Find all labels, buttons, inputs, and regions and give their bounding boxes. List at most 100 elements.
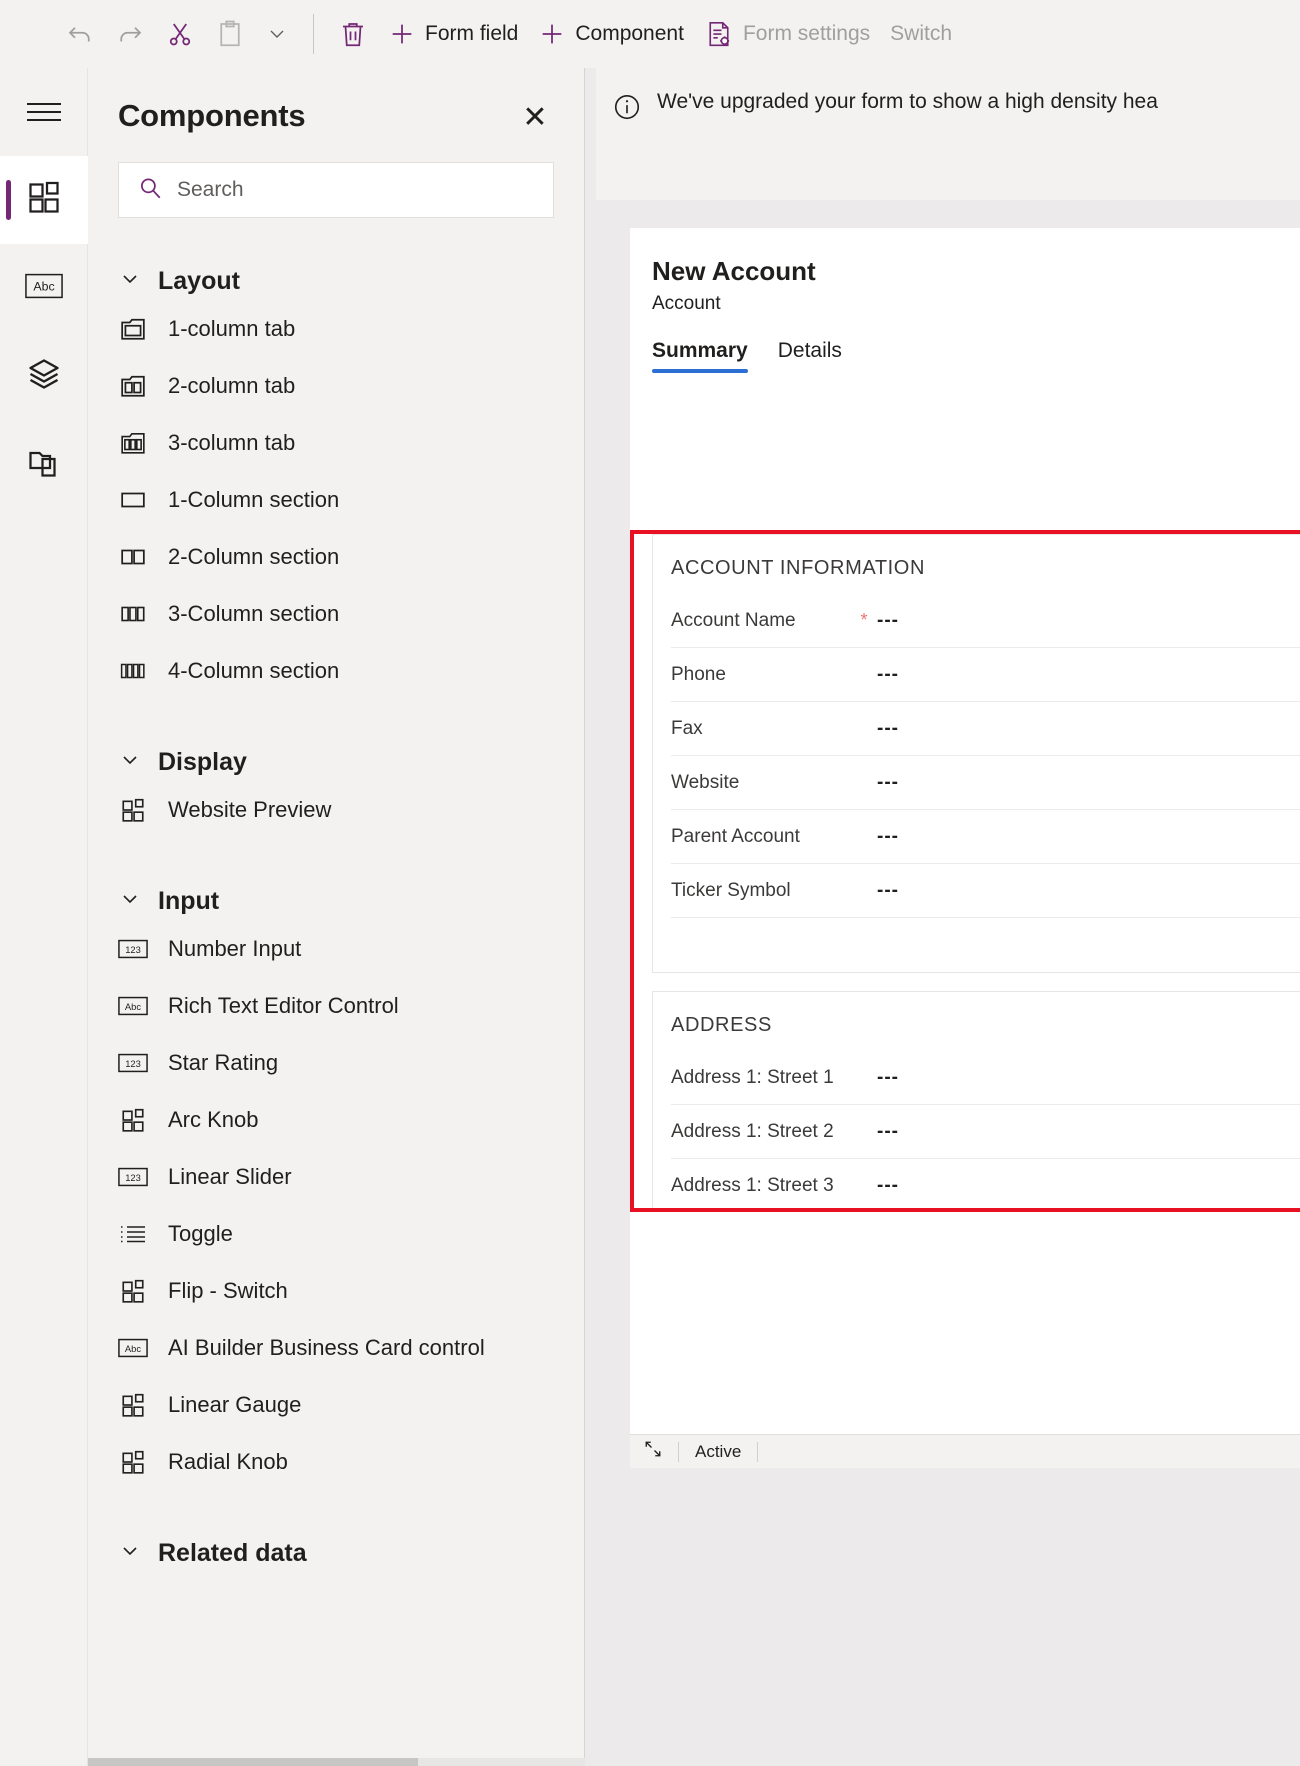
required-indicator: * xyxy=(860,610,868,630)
component-item-label: Flip - Switch xyxy=(168,1277,288,1303)
abc-icon: Abc xyxy=(118,1337,148,1359)
group-header-input[interactable]: Input xyxy=(88,882,584,920)
component-item-label: 3-Column section xyxy=(168,600,340,626)
field-row[interactable]: Address 1: Street 3 --- xyxy=(671,1159,1300,1208)
component-item-4-column-section[interactable]: 4-Column section xyxy=(88,642,584,699)
field-row[interactable]: Website --- xyxy=(671,756,1300,810)
chevron-down-icon xyxy=(118,748,142,777)
cut-icon xyxy=(165,19,195,49)
section-3col-icon xyxy=(118,601,148,627)
delete-button[interactable] xyxy=(328,12,378,56)
component-item-label: Rich Text Editor Control xyxy=(168,992,399,1018)
group-label: Display xyxy=(158,747,247,776)
search-icon xyxy=(137,175,163,206)
sidebar-item-form-library[interactable] xyxy=(0,420,88,508)
component-icon xyxy=(118,1278,148,1304)
add-component-button[interactable]: Component xyxy=(528,12,694,56)
undo-button[interactable] xyxy=(55,12,105,56)
search-input[interactable]: Search xyxy=(118,162,554,218)
component-item-linear-gauge[interactable]: Linear Gauge xyxy=(88,1376,584,1433)
expand-icon[interactable] xyxy=(644,1440,662,1463)
switch-button[interactable]: Switch xyxy=(880,12,962,56)
group-header-layout[interactable]: Layout xyxy=(88,262,584,300)
redo-button[interactable] xyxy=(105,12,155,56)
add-form-field-label: Form field xyxy=(425,21,519,45)
sidebar-item-menu[interactable] xyxy=(0,68,88,156)
group-header-related-data[interactable]: Related data xyxy=(88,1534,584,1572)
sidebar-item-table-columns[interactable]: Abc xyxy=(0,244,88,332)
list-icon xyxy=(118,1222,148,1246)
section-title: ACCOUNT INFORMATION xyxy=(671,557,925,579)
chevron-down-icon xyxy=(265,22,289,46)
form-tabs: Summary Details xyxy=(630,315,1300,373)
component-item-label: Website Preview xyxy=(168,796,332,822)
field-row[interactable]: Fax --- xyxy=(671,702,1300,756)
field-value: --- xyxy=(877,771,899,793)
component-item-star-rating[interactable]: 123 Star Rating xyxy=(88,1034,584,1091)
form-canvas: We've upgraded your form to show a high … xyxy=(585,68,1300,1766)
component-item-label: 2-Column section xyxy=(168,543,340,569)
component-item-1-column-section[interactable]: 1-Column section xyxy=(88,471,584,528)
component-item-linear-slider[interactable]: 123 Linear Slider xyxy=(88,1148,584,1205)
close-icon[interactable]: ✕ xyxy=(516,98,554,136)
field-label: Website xyxy=(671,771,740,793)
field-row[interactable]: Phone --- xyxy=(671,648,1300,702)
field-label: Parent Account xyxy=(671,825,800,847)
selected-tab-body-outline: ACCOUNT INFORMATION Account Name * --- P… xyxy=(630,530,1300,1212)
form-card: New Account Account Summary Details ACCO… xyxy=(630,228,1300,1468)
group-label: Input xyxy=(158,886,220,915)
undo-icon xyxy=(65,19,95,49)
page-title: Components xyxy=(118,98,306,133)
section-address[interactable]: ADDRESS Address 1: Street 1 --- Address … xyxy=(652,991,1300,1208)
paste-more-button[interactable] xyxy=(255,12,299,56)
field-label: Address 1: Street 2 xyxy=(671,1120,834,1142)
add-form-field-button[interactable]: Form field xyxy=(378,12,528,56)
field-row[interactable]: Address 1: Street 2 --- xyxy=(671,1105,1300,1159)
svg-text:123: 123 xyxy=(125,944,141,954)
component-item-ai-builder-business-card-control[interactable]: Abc AI Builder Business Card control xyxy=(88,1319,584,1376)
paste-icon xyxy=(215,19,245,49)
component-item-3-column-tab[interactable]: 3-column tab xyxy=(88,414,584,471)
tab-summary[interactable]: Summary xyxy=(652,339,748,373)
form-settings-button[interactable]: Form settings xyxy=(694,12,880,56)
group-header-display[interactable]: Display xyxy=(88,743,584,781)
component-item-radial-knob[interactable]: Radial Knob xyxy=(88,1433,584,1490)
section-account-information[interactable]: ACCOUNT INFORMATION Account Name * --- P… xyxy=(652,534,1300,973)
component-item-3-column-section[interactable]: 3-Column section xyxy=(88,585,584,642)
section-drop-zone[interactable] xyxy=(671,918,1300,972)
cut-button[interactable] xyxy=(155,12,205,56)
number-icon: 123 xyxy=(118,1166,148,1188)
abc-icon: Abc xyxy=(25,272,63,305)
field-row[interactable]: Ticker Symbol --- xyxy=(671,864,1300,918)
group-label: Related data xyxy=(158,1538,307,1567)
form-record-title: New Account xyxy=(652,256,816,286)
toolbar-divider xyxy=(313,13,314,54)
plus-icon xyxy=(388,20,416,48)
component-item-toggle[interactable]: Toggle xyxy=(88,1205,584,1262)
section-1col-icon xyxy=(118,487,148,513)
component-item-1-column-tab[interactable]: 1-column tab xyxy=(88,300,584,357)
sidebar-item-components[interactable] xyxy=(0,156,88,244)
component-item-website-preview[interactable]: Website Preview xyxy=(88,781,584,838)
component-icon xyxy=(118,1392,148,1418)
upgrade-notice-bar: We've upgraded your form to show a high … xyxy=(596,68,1300,200)
field-row[interactable]: Address 1: Street 1 --- xyxy=(671,1051,1300,1105)
components-panel: Components ✕ Search Layout 1-column tab xyxy=(88,68,585,1766)
component-item-label: 1-Column section xyxy=(168,486,340,512)
abc-icon: Abc xyxy=(118,995,148,1017)
section-title: ADDRESS xyxy=(671,1014,772,1036)
tab-1col-icon xyxy=(118,316,148,342)
sidebar-item-tree-view[interactable] xyxy=(0,332,88,420)
field-row[interactable]: Parent Account --- xyxy=(671,810,1300,864)
tab-details[interactable]: Details xyxy=(778,339,842,373)
component-item-rich-text-editor-control[interactable]: Abc Rich Text Editor Control xyxy=(88,977,584,1034)
paste-button[interactable] xyxy=(205,12,255,56)
field-value: --- xyxy=(877,1174,899,1196)
field-row[interactable]: Account Name * --- xyxy=(671,594,1300,648)
component-item-flip-switch[interactable]: Flip - Switch xyxy=(88,1262,584,1319)
panel-horizontal-scrollbar[interactable] xyxy=(88,1758,585,1766)
component-item-arc-knob[interactable]: Arc Knob xyxy=(88,1091,584,1148)
component-item-2-column-section[interactable]: 2-Column section xyxy=(88,528,584,585)
component-item-2-column-tab[interactable]: 2-column tab xyxy=(88,357,584,414)
component-item-number-input[interactable]: 123 Number Input xyxy=(88,920,584,977)
